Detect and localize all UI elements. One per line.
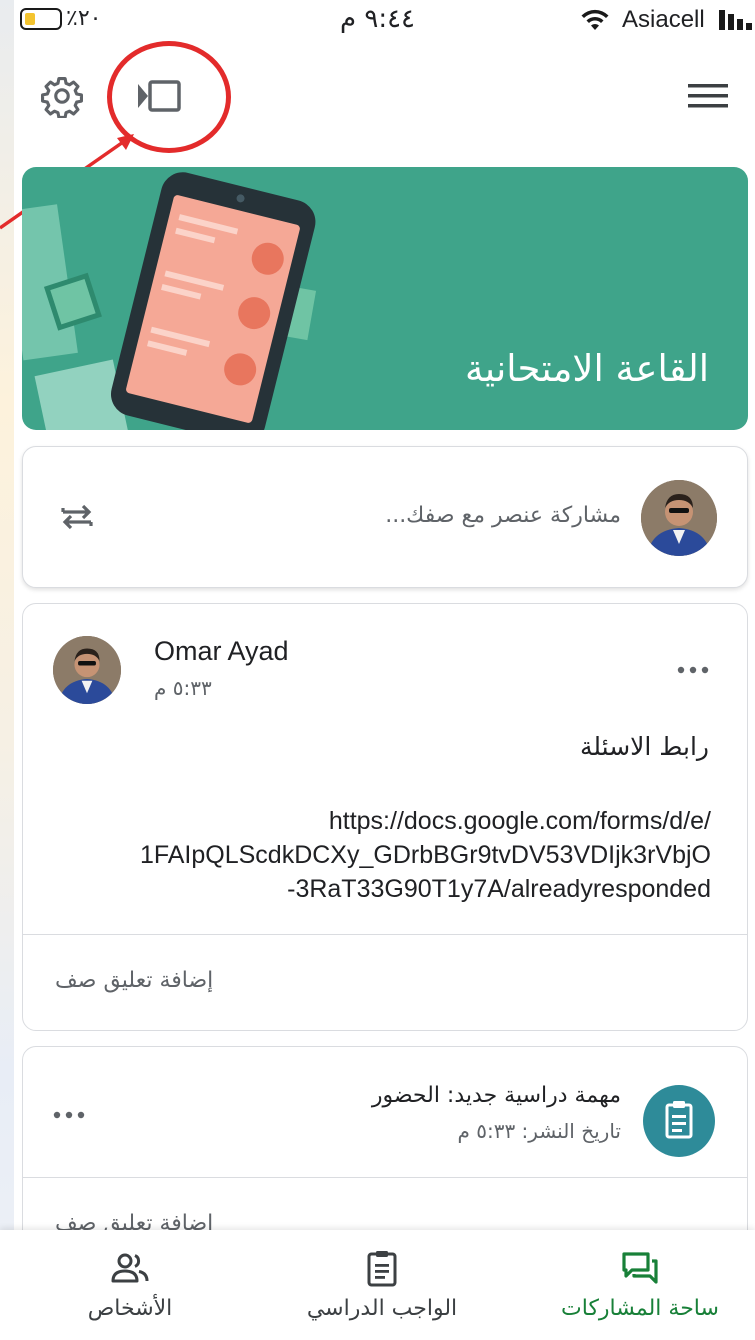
assignment-title: مهمة دراسية جديد: الحضور — [371, 1083, 621, 1108]
classwork-icon — [367, 1251, 397, 1287]
menu-icon[interactable] — [688, 82, 728, 110]
divider — [23, 934, 747, 935]
divider — [23, 1177, 747, 1178]
share-placeholder[interactable]: مشاركة عنصر مع صفك... — [385, 503, 621, 528]
battery-icon — [20, 8, 62, 30]
class-title: القاعة الامتحانية — [464, 347, 709, 390]
tab-stream-label: ساحة المشاركات — [561, 1296, 719, 1321]
more-icon[interactable] — [49, 1105, 89, 1125]
tab-stream[interactable]: ساحة المشاركات — [540, 1230, 740, 1340]
avatar — [53, 636, 121, 704]
tab-classwork[interactable]: الواجب الدراسي — [282, 1230, 482, 1340]
gear-icon[interactable] — [40, 74, 84, 118]
repost-icon[interactable] — [57, 497, 97, 537]
signal-icon — [719, 10, 752, 30]
add-class-comment[interactable]: إضافة تعليق صف — [55, 968, 213, 993]
bottom-nav: ساحة المشاركات الواجب الدراسي الأشخاص — [0, 1230, 755, 1340]
assignment-date: تاريخ النشر: ٥:٣٣ م — [457, 1119, 621, 1143]
avatar — [641, 480, 717, 556]
tab-classwork-label: الواجب الدراسي — [306, 1296, 458, 1321]
post-link[interactable]: https://docs.google.com/forms/d/e/ 1FAIp… — [31, 804, 711, 906]
carrier-name: Asiacell — [622, 6, 705, 33]
assignment-icon — [643, 1085, 715, 1157]
tab-people-label: الأشخاص — [87, 1296, 173, 1321]
tab-people[interactable]: الأشخاص — [30, 1230, 230, 1340]
announcement-post[interactable]: Omar Ayad ٥:٣٣ م رابط الاسئلة https://do… — [22, 603, 748, 1031]
author-name: Omar Ayad — [154, 636, 289, 666]
status-time: ٩:٤٤ م — [339, 4, 416, 34]
status-bar: ٪٢٠ ٩:٤٤ م Asiacell — [0, 0, 755, 44]
more-icon[interactable] — [673, 660, 713, 680]
share-composer[interactable]: مشاركة عنصر مع صفك... — [22, 446, 748, 588]
battery-percentage: ٪٢٠ — [66, 6, 102, 31]
class-banner[interactable] — [22, 167, 748, 430]
phone-illustration — [22, 172, 317, 430]
post-time: ٥:٣٣ م — [154, 676, 212, 700]
stream-icon — [622, 1252, 658, 1284]
post-title: رابط الاسئلة — [579, 732, 709, 761]
wifi-icon — [581, 9, 609, 30]
people-icon — [111, 1253, 149, 1283]
